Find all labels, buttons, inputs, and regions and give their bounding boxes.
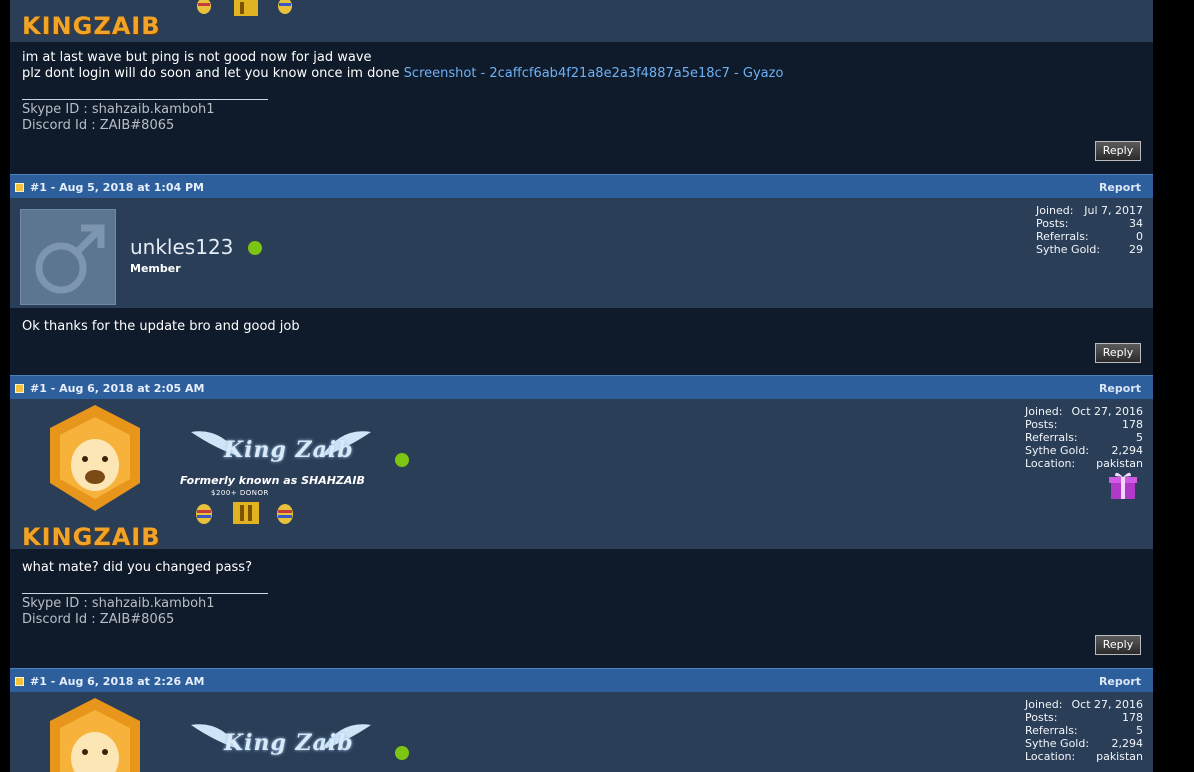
lion-avatar-icon[interactable] xyxy=(40,403,150,513)
message-icon xyxy=(15,183,24,192)
signature-divider xyxy=(22,593,268,594)
stat-label: Posts: xyxy=(1025,711,1058,724)
stat-row: Referrals: 5 xyxy=(1025,724,1143,737)
gyazo-link[interactable]: Screenshot - 2caffcf6ab4f21a8e2a3f4887a5… xyxy=(404,66,784,81)
post-0-message: im at last wave but ping is not good now… xyxy=(10,42,1153,174)
username-wordmark[interactable]: King Zaib xyxy=(224,730,354,756)
stat-value: Oct 27, 2016 xyxy=(1071,405,1144,418)
gift-icon xyxy=(1109,472,1137,499)
stat-row: Sythe Gold: 2,294 xyxy=(1025,737,1143,750)
stat-row: Joined: Oct 27, 2016 xyxy=(1025,405,1143,418)
stat-value: Oct 27, 2016 xyxy=(1071,698,1144,711)
username-wordmark[interactable]: King Zaib xyxy=(224,437,354,463)
message-line: plz dont login will do soon and let you … xyxy=(22,66,783,82)
stat-row: Joined: Oct 27, 2016 xyxy=(1025,698,1143,711)
post-1-user-area: unkles123 Member Joined: Jul 7, 2017 Post… xyxy=(10,198,1153,308)
avatar[interactable] xyxy=(20,209,116,305)
page-margin xyxy=(1153,0,1194,772)
message-text: what mate? did you changed pass? xyxy=(22,560,252,575)
signature-discord: Discord Id : ZAIB#8065 xyxy=(22,612,175,627)
post-2-header: #1 - Aug 6, 2018 at 2:05 AM Report xyxy=(10,375,1153,399)
stat-row: Sythe Gold: 29 xyxy=(1036,243,1143,256)
stat-value: 178 xyxy=(1122,418,1143,431)
message-icon xyxy=(15,384,24,393)
kingzaib-logo-text: KINGZAIB xyxy=(22,523,161,551)
user-stats: Joined: Oct 27, 2016 Posts: 178 Referrals:… xyxy=(1025,405,1143,470)
stat-row: Joined: Jul 7, 2017 xyxy=(1036,204,1143,217)
kingzaib-logo-text: KINGZAIB xyxy=(22,12,161,40)
stat-label: Posts: xyxy=(1025,418,1058,431)
stat-value: 34 xyxy=(1129,217,1143,230)
stat-row: Referrals: 0 xyxy=(1036,230,1143,243)
message-icon xyxy=(15,677,24,686)
stat-label: Referrals: xyxy=(1036,230,1089,243)
stat-label: Referrals: xyxy=(1025,431,1078,444)
stat-label: Sythe Gold: xyxy=(1025,444,1090,457)
report-link[interactable]: Report xyxy=(1099,382,1141,395)
stat-value: 29 xyxy=(1129,243,1143,256)
message-text: plz dont login will do soon and let you … xyxy=(22,66,404,81)
stat-row: Location: pakistan xyxy=(1025,457,1143,470)
user-stats: Joined: Jul 7, 2017 Posts: 34 Referrals: 0 … xyxy=(1036,204,1143,256)
stat-value: Jul 7, 2017 xyxy=(1084,204,1143,217)
post-permalink[interactable]: #1 - Aug 5, 2018 at 1:04 PM xyxy=(30,181,204,194)
reply-button[interactable]: Reply xyxy=(1095,343,1141,363)
online-status-icon xyxy=(395,453,409,467)
report-link[interactable]: Report xyxy=(1099,675,1141,688)
thread-posts: KINGZAIB im at last wave but ping is not… xyxy=(10,0,1153,772)
rank-badges-icon[interactable] xyxy=(196,500,296,526)
post-permalink[interactable]: #1 - Aug 6, 2018 at 2:05 AM xyxy=(30,382,204,395)
stat-row: Posts: 34 xyxy=(1036,217,1143,230)
stat-label: Joined: xyxy=(1025,405,1063,418)
stat-value: pakistan xyxy=(1096,750,1143,763)
stat-value: 0 xyxy=(1136,230,1143,243)
signature-skype: Skype ID : shahzaib.kamboh1 xyxy=(22,596,215,611)
stat-value: pakistan xyxy=(1096,457,1143,470)
stat-label: Sythe Gold: xyxy=(1025,737,1090,750)
stat-label: Joined: xyxy=(1025,698,1063,711)
stat-label: Referrals: xyxy=(1025,724,1078,737)
online-status-icon xyxy=(395,746,409,760)
male-symbol-icon xyxy=(35,224,105,294)
message-line: im at last wave but ping is not good now… xyxy=(22,50,372,65)
post-permalink[interactable]: #1 - Aug 6, 2018 at 2:26 AM xyxy=(30,675,204,688)
stat-row: Sythe Gold: 2,294 xyxy=(1025,444,1143,457)
stat-label: Location: xyxy=(1025,457,1076,470)
online-status-icon xyxy=(248,241,262,255)
message-text: Ok thanks for the update bro and good jo… xyxy=(22,319,300,334)
stat-row: Referrals: 5 xyxy=(1025,431,1143,444)
post-3-user-area: King Zaib Joined: Oct 27, 2016 Posts: 178 … xyxy=(10,692,1153,772)
stat-value: 178 xyxy=(1122,711,1143,724)
stat-label: Posts: xyxy=(1036,217,1069,230)
stat-value: 2,294 xyxy=(1111,444,1144,457)
post-0-user-area: KINGZAIB xyxy=(10,0,1153,42)
signature-divider xyxy=(22,99,268,100)
former-name: Formerly known as SHAHZAIB xyxy=(180,474,365,487)
rank-badges-icon[interactable] xyxy=(196,0,296,18)
post-2-user-area: KINGZAIB King Zaib Formerly known as SHA… xyxy=(10,399,1153,551)
stat-value: 5 xyxy=(1136,431,1143,444)
user-stats: Joined: Oct 27, 2016 Posts: 178 Referrals:… xyxy=(1025,698,1143,763)
stat-row: Posts: 178 xyxy=(1025,711,1143,724)
signature-discord: Discord Id : ZAIB#8065 xyxy=(22,118,175,133)
stat-label: Location: xyxy=(1025,750,1076,763)
reply-button[interactable]: Reply xyxy=(1095,141,1141,161)
user-title: Member xyxy=(130,262,181,275)
lion-avatar-icon[interactable] xyxy=(40,696,150,772)
stat-row: Posts: 178 xyxy=(1025,418,1143,431)
stat-value: 2,294 xyxy=(1111,737,1144,750)
post-2-message: what mate? did you changed pass? Skype I… xyxy=(10,549,1153,668)
stat-row: Location: pakistan xyxy=(1025,750,1143,763)
donor-badge: $200+ DONOR xyxy=(211,489,269,497)
stat-value: 5 xyxy=(1136,724,1143,737)
post-1-message: Ok thanks for the update bro and good jo… xyxy=(10,308,1153,375)
post-3-header: #1 - Aug 6, 2018 at 2:26 AM Report xyxy=(10,668,1153,692)
reply-button[interactable]: Reply xyxy=(1095,635,1141,655)
stat-label: Joined: xyxy=(1036,204,1074,217)
report-link[interactable]: Report xyxy=(1099,181,1141,194)
stat-label: Sythe Gold: xyxy=(1036,243,1101,256)
signature-skype: Skype ID : shahzaib.kamboh1 xyxy=(22,102,215,117)
username[interactable]: unkles123 xyxy=(130,235,233,259)
post-1-header: #1 - Aug 5, 2018 at 1:04 PM Report xyxy=(10,174,1153,198)
